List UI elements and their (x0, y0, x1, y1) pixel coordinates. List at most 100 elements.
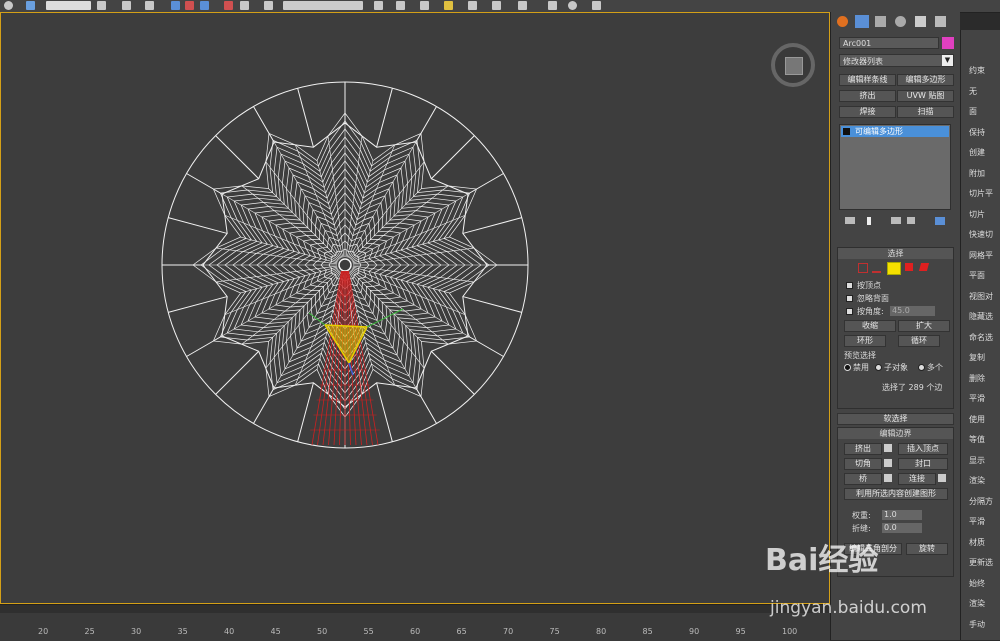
schematic-icon[interactable] (468, 1, 477, 10)
selection-filter-dropdown[interactable] (46, 1, 91, 10)
material-editor-icon[interactable] (492, 1, 501, 10)
extrude-settings-icon[interactable] (884, 444, 892, 452)
bridge-settings-icon[interactable] (884, 474, 892, 482)
utilities-tab-icon[interactable] (935, 16, 946, 27)
gizmo-axis-z[interactable] (348, 362, 354, 376)
pin-stack-icon[interactable] (845, 217, 855, 224)
secondary-panel-item[interactable]: 删除 (969, 373, 985, 384)
make-unique-icon[interactable] (891, 217, 901, 224)
secondary-panel-item[interactable]: 平面 (969, 270, 985, 281)
shrink-button[interactable]: 收缩 (844, 320, 896, 332)
perspective-viewport[interactable] (0, 12, 830, 604)
move-icon[interactable] (97, 1, 106, 10)
stack-item-editable-poly[interactable]: 可编辑多边形 (841, 126, 949, 137)
modifier-list-dropdown[interactable]: 修改器列表 ▼ (839, 54, 954, 67)
secondary-panel-item[interactable]: 始终 (969, 578, 985, 589)
configure-sets-icon[interactable] (935, 217, 945, 225)
border-icon[interactable] (887, 262, 901, 275)
secondary-panel-item[interactable]: 附加 (969, 168, 985, 179)
display-tab-icon[interactable] (915, 16, 926, 27)
secondary-panel-item[interactable]: 手动 (969, 619, 985, 630)
grow-button[interactable]: 扩大 (898, 320, 950, 332)
angle-input[interactable]: 45.0 (890, 306, 935, 316)
scale-icon[interactable] (145, 1, 154, 10)
chamfer-button[interactable]: 切角 (844, 458, 882, 470)
extrude-button[interactable]: 挤出 (839, 90, 896, 102)
weld-button[interactable]: 焊接 (839, 106, 896, 118)
curve-editor-icon[interactable] (444, 1, 453, 10)
element-icon[interactable] (918, 263, 930, 271)
preview-subobject-radio[interactable] (875, 364, 882, 371)
secondary-panel-item[interactable]: 面 (969, 106, 977, 117)
modify-tab-icon[interactable] (855, 15, 869, 28)
bridge-button[interactable]: 桥 (844, 473, 882, 485)
timeline[interactable]: 20 25 30 35 40 45 50 55 60 65 70 75 80 85 90 95 100 (0, 604, 830, 641)
select-object-icon[interactable] (26, 1, 35, 10)
secondary-panel-item[interactable]: 显示 (969, 455, 985, 466)
secondary-panel-item[interactable]: 更新选 (969, 557, 993, 568)
object-color-swatch[interactable] (942, 37, 954, 49)
vertex-icon[interactable] (858, 263, 868, 273)
edge-icon[interactable] (872, 263, 881, 273)
extrude-border-button[interactable]: 挤出 (844, 443, 882, 455)
secondary-panel-item[interactable]: 隐藏选 (969, 311, 993, 322)
secondary-panel-item[interactable]: 创建 (969, 147, 985, 158)
graph-editor-icon[interactable] (420, 1, 429, 10)
loop-button[interactable]: 循环 (898, 335, 940, 347)
named-selection-field[interactable] (283, 1, 363, 10)
secondary-panel-item[interactable]: 渲染 (969, 598, 985, 609)
secondary-panel-item[interactable]: 材质 (969, 537, 985, 548)
angle-snap-icon[interactable] (185, 1, 194, 10)
show-end-result-icon[interactable] (867, 217, 871, 225)
insert-vertex-button[interactable]: 插入顶点 (898, 443, 948, 455)
expand-icon[interactable] (843, 128, 850, 135)
object-name-field[interactable]: Arc001 (839, 37, 939, 49)
spinner-snap-icon[interactable] (224, 1, 233, 10)
weight-input[interactable]: 1.0 (882, 510, 922, 520)
mirror-icon[interactable] (264, 1, 273, 10)
secondary-panel-item[interactable]: 使用 (969, 414, 985, 425)
snap-icon[interactable] (171, 1, 180, 10)
secondary-panel-item[interactable]: 约束 (969, 65, 985, 76)
by-angle-checkbox[interactable] (846, 308, 853, 315)
secondary-panel-item[interactable]: 等值 (969, 434, 985, 445)
secondary-panel-item[interactable]: 命名选 (969, 332, 993, 343)
edit-poly-button[interactable]: 编辑多边形 (897, 74, 954, 86)
chevron-down-icon[interactable]: ▼ (942, 55, 953, 66)
viewcube[interactable] (771, 43, 815, 87)
time-slider-track[interactable] (0, 605, 830, 613)
secondary-panel-item[interactable]: 渲染 (969, 475, 985, 486)
connect-settings-icon[interactable] (938, 474, 946, 482)
secondary-panel-item[interactable]: 分隔方 (969, 496, 993, 507)
preview-disabled-radio[interactable] (844, 364, 851, 371)
viewcube-face[interactable] (785, 57, 803, 75)
secondary-panel-item[interactable]: 视图对 (969, 291, 993, 302)
render-icon[interactable] (568, 1, 577, 10)
select-icon[interactable] (4, 1, 13, 10)
sweep-button[interactable]: 扫描 (897, 106, 954, 118)
secondary-panel-item[interactable]: 切片平 (969, 188, 993, 199)
render-production-icon[interactable] (592, 1, 601, 10)
render-setup-icon[interactable] (518, 1, 527, 10)
chamfer-settings-icon[interactable] (884, 459, 892, 467)
remove-modifier-icon[interactable] (907, 217, 915, 224)
create-tab-icon[interactable] (837, 16, 848, 27)
secondary-panel-item[interactable]: 保持 (969, 127, 985, 138)
cap-button[interactable]: 封口 (898, 458, 948, 470)
preview-multi-radio[interactable] (918, 364, 925, 371)
motion-tab-icon[interactable] (895, 16, 906, 27)
secondary-panel-item[interactable]: 复制 (969, 352, 985, 363)
render-frame-icon[interactable] (548, 1, 557, 10)
named-selection-icon[interactable] (240, 1, 249, 10)
percent-snap-icon[interactable] (200, 1, 209, 10)
turn-button[interactable]: 旋转 (906, 543, 948, 555)
hierarchy-tab-icon[interactable] (875, 16, 886, 27)
secondary-panel-item[interactable]: 平滑 (969, 516, 985, 527)
secondary-panel-item[interactable]: 平滑 (969, 393, 985, 404)
secondary-panel-item[interactable]: 无 (969, 86, 977, 97)
ignore-backface-checkbox[interactable] (846, 295, 853, 302)
crease-input[interactable]: 0.0 (882, 523, 922, 533)
soft-selection-rollout[interactable]: 软选择 (837, 413, 954, 425)
secondary-panel-item[interactable]: 切片 (969, 209, 985, 220)
uvw-map-button[interactable]: UVW 贴图 (897, 90, 954, 102)
